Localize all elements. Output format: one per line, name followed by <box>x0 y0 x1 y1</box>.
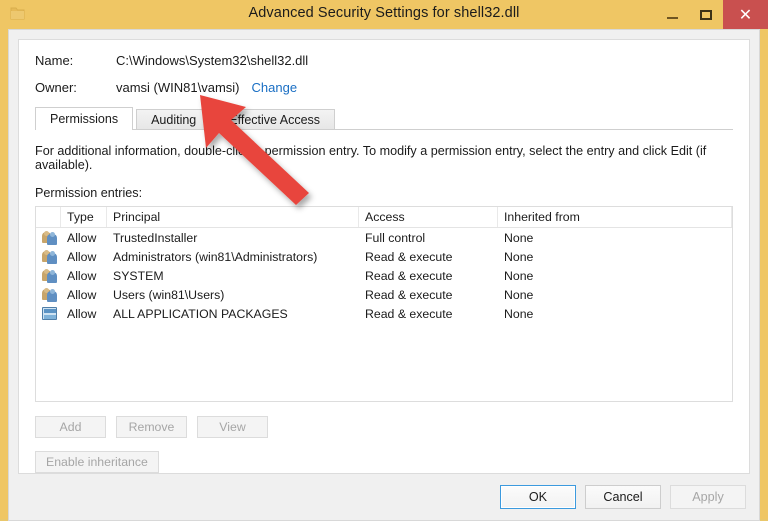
group-icon <box>36 285 61 304</box>
caption-buttons: ✕ <box>655 0 768 29</box>
owner-label: Owner: <box>35 80 77 95</box>
cell-inherited-from: None <box>504 287 534 302</box>
advanced-security-settings-window: Advanced Security Settings for shell32.d… <box>0 0 768 521</box>
window-title: Advanced Security Settings for shell32.d… <box>248 5 520 21</box>
change-owner-link[interactable]: Change <box>252 80 298 95</box>
table-body: Allow TrustedInstaller Full control None All… <box>36 228 732 323</box>
cell-access: Read & execute <box>365 268 453 283</box>
tab-auditing[interactable]: Auditing <box>136 109 212 130</box>
app-package-icon <box>36 304 61 323</box>
content-panel: Name: C:\Windows\System32\shell32.dll Ow… <box>18 39 750 474</box>
table-row[interactable]: Allow Administrators (win81\Administrator… <box>36 247 732 266</box>
name-label: Name: <box>35 53 74 68</box>
entry-action-buttons: Add Remove View <box>35 416 733 438</box>
cell-inherited-from: None <box>504 306 534 321</box>
name-row: Name: C:\Windows\System32\shell32.dll <box>35 53 733 68</box>
group-icon <box>36 266 61 285</box>
cancel-button[interactable]: Cancel <box>585 485 661 509</box>
table-row[interactable]: Allow Users (win81\Users) Read & execute No… <box>36 285 732 304</box>
cell-type: Allow <box>67 249 97 264</box>
maximize-button[interactable] <box>689 0 723 29</box>
tab-permissions-label: Permissions <box>50 112 119 126</box>
table-row[interactable]: Allow SYSTEM Read & execute None <box>36 266 732 285</box>
close-icon: ✕ <box>738 4 753 24</box>
dialog-footer: OK Cancel Apply <box>9 474 759 520</box>
instruction-text: For additional information, double-click… <box>35 144 707 172</box>
cell-type: Allow <box>67 287 97 302</box>
tab-permissions[interactable]: Permissions <box>35 107 134 130</box>
cell-type: Allow <box>67 306 97 321</box>
cell-principal: Administrators (win81\Administrators) <box>113 249 318 264</box>
table-header-row: Type Principal Access Inherited from <box>36 207 732 228</box>
close-button[interactable]: ✕ <box>723 0 768 29</box>
enable-inheritance-button[interactable]: Enable inheritance <box>35 451 159 473</box>
cell-principal: Users (win81\Users) <box>113 287 225 302</box>
cell-inherited-from: None <box>504 249 534 264</box>
cell-type: Allow <box>67 230 97 245</box>
table-row[interactable]: Allow TrustedInstaller Full control None <box>36 228 732 247</box>
tab-effective-access-label: Effective Access <box>229 113 321 127</box>
column-header-icon <box>36 207 61 227</box>
cell-type: Allow <box>67 268 97 283</box>
tab-auditing-label: Auditing <box>151 113 197 127</box>
group-icon <box>36 228 61 247</box>
column-header-inherited-from[interactable]: Inherited from <box>498 207 732 227</box>
client-area: Name: C:\Windows\System32\shell32.dll Ow… <box>8 29 760 521</box>
tab-underline <box>35 129 733 130</box>
view-button[interactable]: View <box>197 416 268 438</box>
cell-inherited-from: None <box>504 268 534 283</box>
cell-principal: TrustedInstaller <box>113 230 198 245</box>
apply-button[interactable]: Apply <box>670 485 746 509</box>
cell-inherited-from: None <box>504 230 534 245</box>
cell-access: Read & execute <box>365 249 453 264</box>
cell-access: Read & execute <box>365 287 453 302</box>
column-header-principal[interactable]: Principal <box>107 207 359 227</box>
group-icon <box>36 247 61 266</box>
minimize-icon <box>666 17 678 19</box>
table-row[interactable]: Allow ALL APPLICATION PACKAGES Read & exec… <box>36 304 732 323</box>
column-header-type[interactable]: Type <box>61 207 107 227</box>
cell-access: Full control <box>365 230 426 245</box>
permission-entries-list[interactable]: Type Principal Access Inherited from All… <box>35 206 733 402</box>
permission-entries-label: Permission entries: <box>35 186 143 200</box>
maximize-icon <box>700 9 712 20</box>
tab-effective-access[interactable]: Effective Access <box>214 109 336 130</box>
cell-access: Read & execute <box>365 306 453 321</box>
cell-principal: ALL APPLICATION PACKAGES <box>113 306 288 321</box>
minimize-button[interactable] <box>655 0 689 29</box>
tab-strip: Permissions Auditing Effective Access <box>35 107 733 130</box>
remove-button[interactable]: Remove <box>116 416 187 438</box>
name-value: C:\Windows\System32\shell32.dll <box>116 53 309 68</box>
owner-value: vamsi (WIN81\vamsi) <box>116 80 240 95</box>
title-bar[interactable]: Advanced Security Settings for shell32.d… <box>0 0 768 29</box>
column-header-access[interactable]: Access <box>359 207 498 227</box>
add-button[interactable]: Add <box>35 416 106 438</box>
owner-row: Owner: vamsi (WIN81\vamsi) Change <box>35 80 733 95</box>
ok-button[interactable]: OK <box>500 485 576 509</box>
cell-principal: SYSTEM <box>113 268 164 283</box>
inheritance-button-row: Enable inheritance <box>35 451 733 473</box>
